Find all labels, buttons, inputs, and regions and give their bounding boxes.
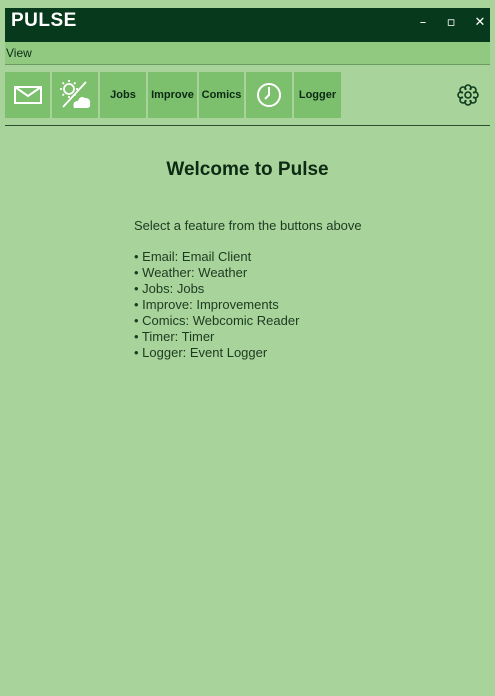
feature-item: • Comics: Webcomic Reader	[134, 313, 300, 328]
comics-button[interactable]: Comics	[199, 72, 244, 118]
app-window: PULSE – ▫ ✕ View Jobs Improve Comics Log…	[0, 0, 495, 696]
weather-icon	[60, 80, 91, 108]
subtitle: Select a feature from the buttons above	[134, 218, 362, 233]
logger-button[interactable]: Logger	[294, 72, 341, 118]
toolbar-divider	[5, 125, 490, 126]
minimize-button[interactable]: –	[414, 14, 432, 32]
toolbar: Jobs Improve Comics Logger	[5, 72, 490, 118]
feature-item: • Weather: Weather	[134, 265, 248, 280]
feature-item: • Email: Email Client	[134, 249, 252, 264]
close-button[interactable]: ✕	[471, 14, 489, 32]
menu-view[interactable]: View	[6, 46, 32, 60]
email-button[interactable]	[5, 72, 50, 118]
page-title: Welcome to Pulse	[166, 159, 329, 180]
weather-button[interactable]	[52, 72, 98, 118]
feature-item: • Jobs: Jobs	[134, 281, 205, 296]
improve-button[interactable]: Improve	[148, 72, 197, 118]
maximize-button[interactable]: ▫	[442, 14, 460, 32]
timer-button[interactable]	[246, 72, 292, 118]
app-title: PULSE	[11, 10, 77, 31]
settings-button[interactable]	[456, 83, 480, 107]
feature-list: • Email: Email Client • Weather: Weather…	[134, 249, 299, 361]
title-bar[interactable]: PULSE – ▫ ✕	[5, 8, 490, 42]
feature-item: • Timer: Timer	[134, 329, 215, 344]
feature-item: • Improve: Improvements	[134, 297, 279, 312]
gear-icon	[457, 84, 479, 106]
jobs-button[interactable]: Jobs	[100, 72, 146, 118]
menu-bar: View	[5, 42, 490, 65]
feature-item: • Logger: Event Logger	[134, 345, 268, 360]
clock-icon	[257, 83, 281, 107]
mail-icon	[13, 86, 42, 104]
